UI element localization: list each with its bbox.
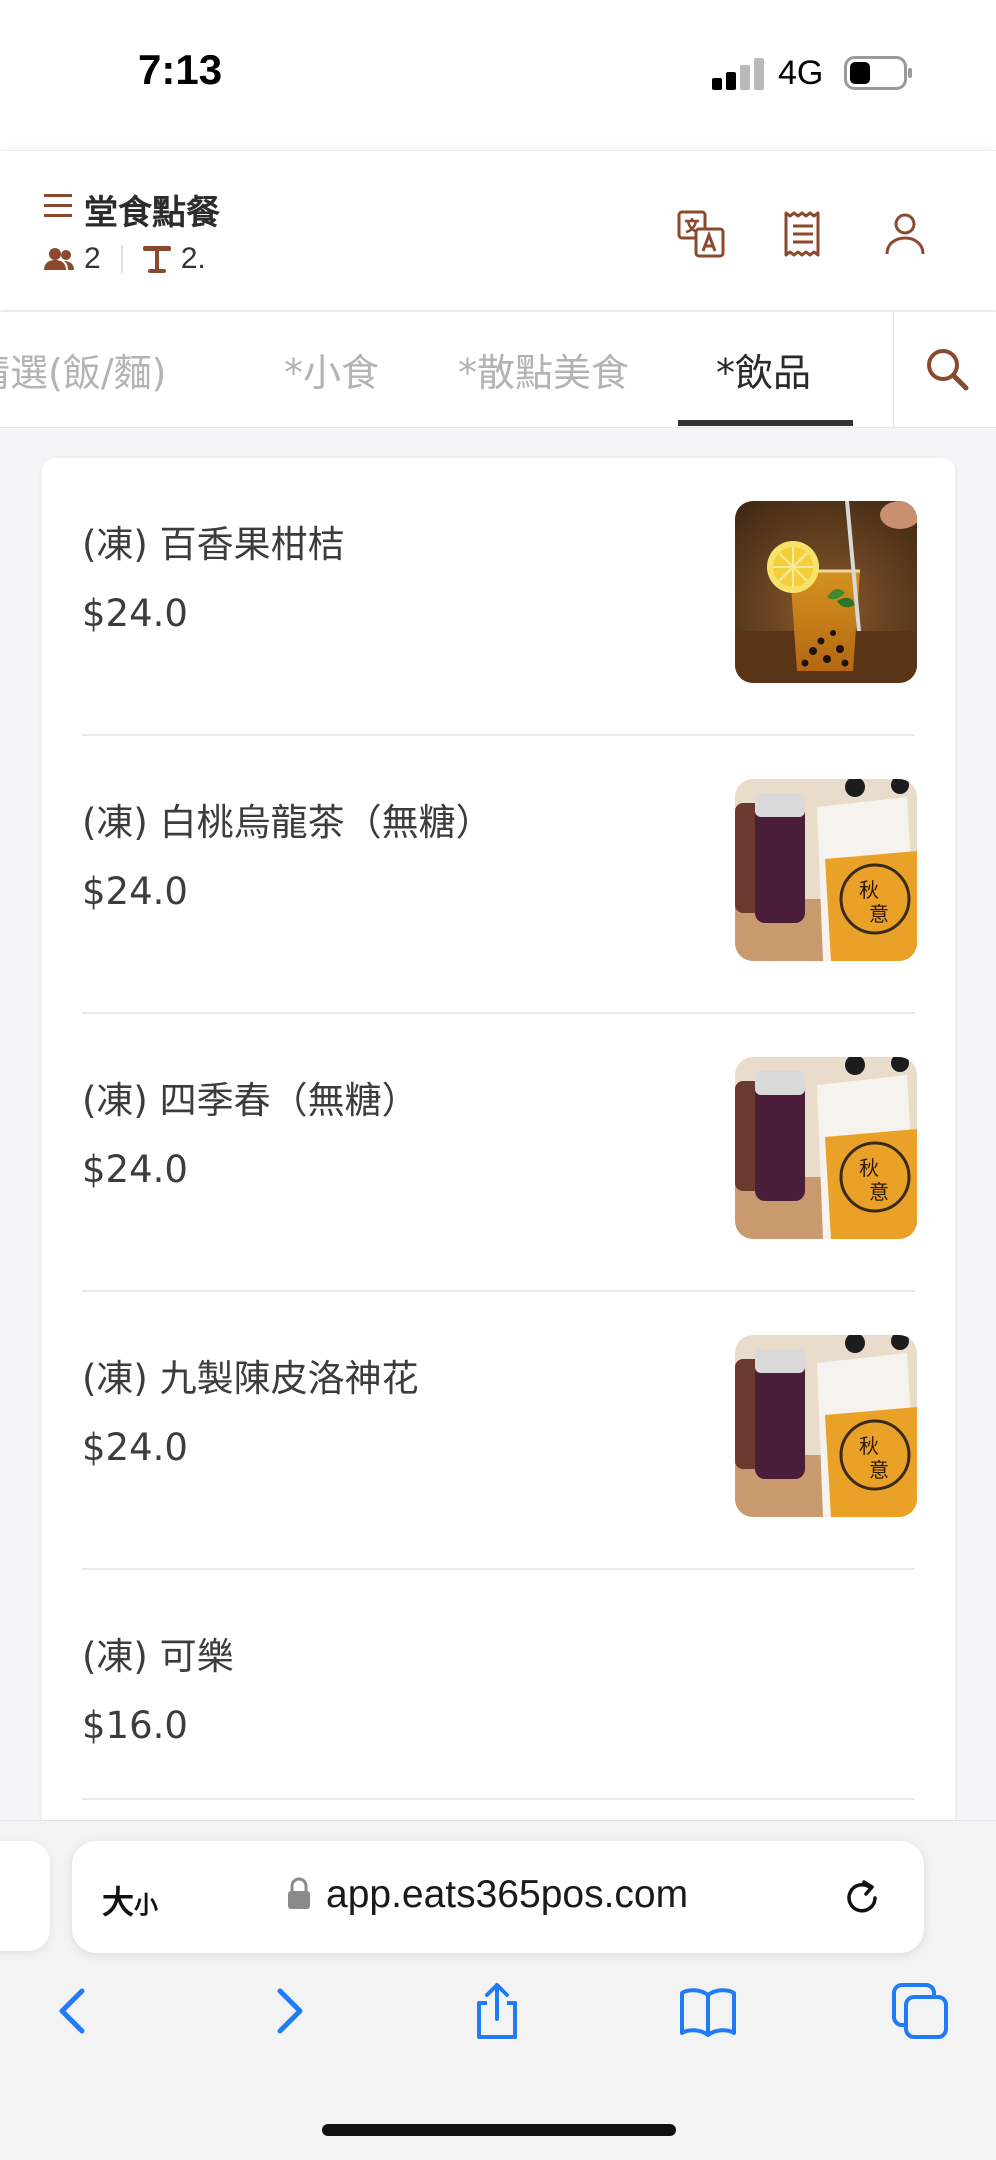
list-item[interactable]: (凍) 九製陳皮洛神花 $24.0 秋 意 — [42, 1292, 955, 1570]
order-meta: 2 2. — [44, 241, 206, 277]
menu-list: (凍) 百香果柑桔 $24.0 (凍) 白桃烏龍茶（無糖） $24.0 秋 意 … — [42, 458, 955, 1858]
user-icon[interactable] — [880, 209, 930, 259]
search-icon[interactable] — [924, 346, 970, 392]
item-image: 秋 意 — [735, 1057, 917, 1239]
svg-text:秋: 秋 — [859, 1434, 879, 1458]
item-name: (凍) 百香果柑桔 — [82, 523, 345, 566]
back-icon[interactable] — [44, 1981, 104, 2041]
list-item[interactable]: (凍) 白桃烏龍茶（無糖） $24.0 秋 意 — [42, 736, 955, 1014]
text-size-large-label: 大 — [102, 1883, 135, 1921]
item-name: (凍) 四季春（無糖） — [82, 1079, 419, 1122]
reload-icon[interactable] — [842, 1877, 882, 1917]
page-title: 堂食點餐 — [84, 193, 220, 233]
item-price: $24.0 — [82, 1148, 188, 1191]
item-name: (凍) 可樂 — [82, 1635, 234, 1678]
previous-tab-preview[interactable] — [0, 1841, 50, 1951]
table-number: 2. — [180, 242, 206, 275]
item-name: (凍) 九製陳皮洛神花 — [82, 1357, 419, 1400]
list-item[interactable]: (凍) 四季春（無糖） $24.0 秋 意 — [42, 1014, 955, 1292]
search-button[interactable] — [893, 312, 996, 427]
home-indicator — [322, 2124, 676, 2136]
item-divider — [82, 1798, 915, 1800]
receipt-icon[interactable] — [778, 209, 828, 259]
browser-toolbar: 大小 app.eats365pos.com — [0, 1820, 996, 2160]
meta-divider — [120, 245, 123, 273]
list-item[interactable]: (凍) 可樂 $16.0 — [42, 1570, 955, 1800]
svg-text:意: 意 — [869, 1458, 889, 1482]
item-image: 秋 意 — [735, 779, 917, 961]
lock-icon — [288, 1877, 310, 1909]
list-item[interactable]: (凍) 百香果柑桔 $24.0 — [42, 458, 955, 736]
svg-text:秋: 秋 — [859, 878, 879, 902]
status-bar: 7:13 4G — [0, 0, 996, 150]
translate-icon[interactable] — [676, 209, 726, 259]
table-icon — [142, 246, 171, 273]
category-tabs: 精選(飯/麵) *小食 *散點美食 *飲品 — [0, 312, 996, 428]
svg-text:意: 意 — [869, 1180, 889, 1204]
item-price: $24.0 — [82, 870, 188, 913]
item-price: $24.0 — [82, 592, 188, 635]
item-name: (凍) 白桃烏龍茶（無糖） — [82, 801, 493, 844]
signal-icon — [712, 56, 766, 90]
tab-a-la-carte[interactable]: *散點美食 — [458, 342, 629, 397]
menu-icon[interactable] — [44, 193, 72, 219]
tab-drinks[interactable]: *飲品 — [716, 342, 811, 397]
address-bar[interactable]: 大小 app.eats365pos.com — [72, 1841, 924, 1953]
tabs-icon[interactable] — [890, 1981, 950, 2041]
url-text[interactable]: app.eats365pos.com — [326, 1873, 688, 1917]
bookmarks-icon[interactable] — [678, 1981, 738, 2041]
text-size-small-label: 小 — [134, 1891, 159, 1919]
item-price: $24.0 — [82, 1426, 188, 1469]
item-image: 秋 意 — [735, 1335, 917, 1517]
status-time: 7:13 — [138, 46, 223, 93]
active-tab-indicator — [678, 420, 853, 426]
people-icon — [44, 248, 74, 270]
item-price: $16.0 — [82, 1704, 188, 1747]
tab-rice-noodle[interactable]: 精選(飯/麵) — [0, 342, 166, 397]
battery-icon — [844, 56, 912, 90]
app-header: 堂食點餐 2 2. — [0, 150, 996, 310]
svg-text:秋: 秋 — [859, 1156, 879, 1180]
tab-snacks[interactable]: *小食 — [284, 342, 379, 397]
network-type: 4G — [778, 54, 824, 92]
text-size-button[interactable]: 大小 — [102, 1877, 158, 1923]
forward-icon[interactable] — [258, 1981, 318, 2041]
svg-text:意: 意 — [869, 902, 889, 926]
item-image — [735, 501, 917, 683]
share-icon[interactable] — [467, 1981, 527, 2041]
guest-count: 2 — [84, 242, 101, 275]
